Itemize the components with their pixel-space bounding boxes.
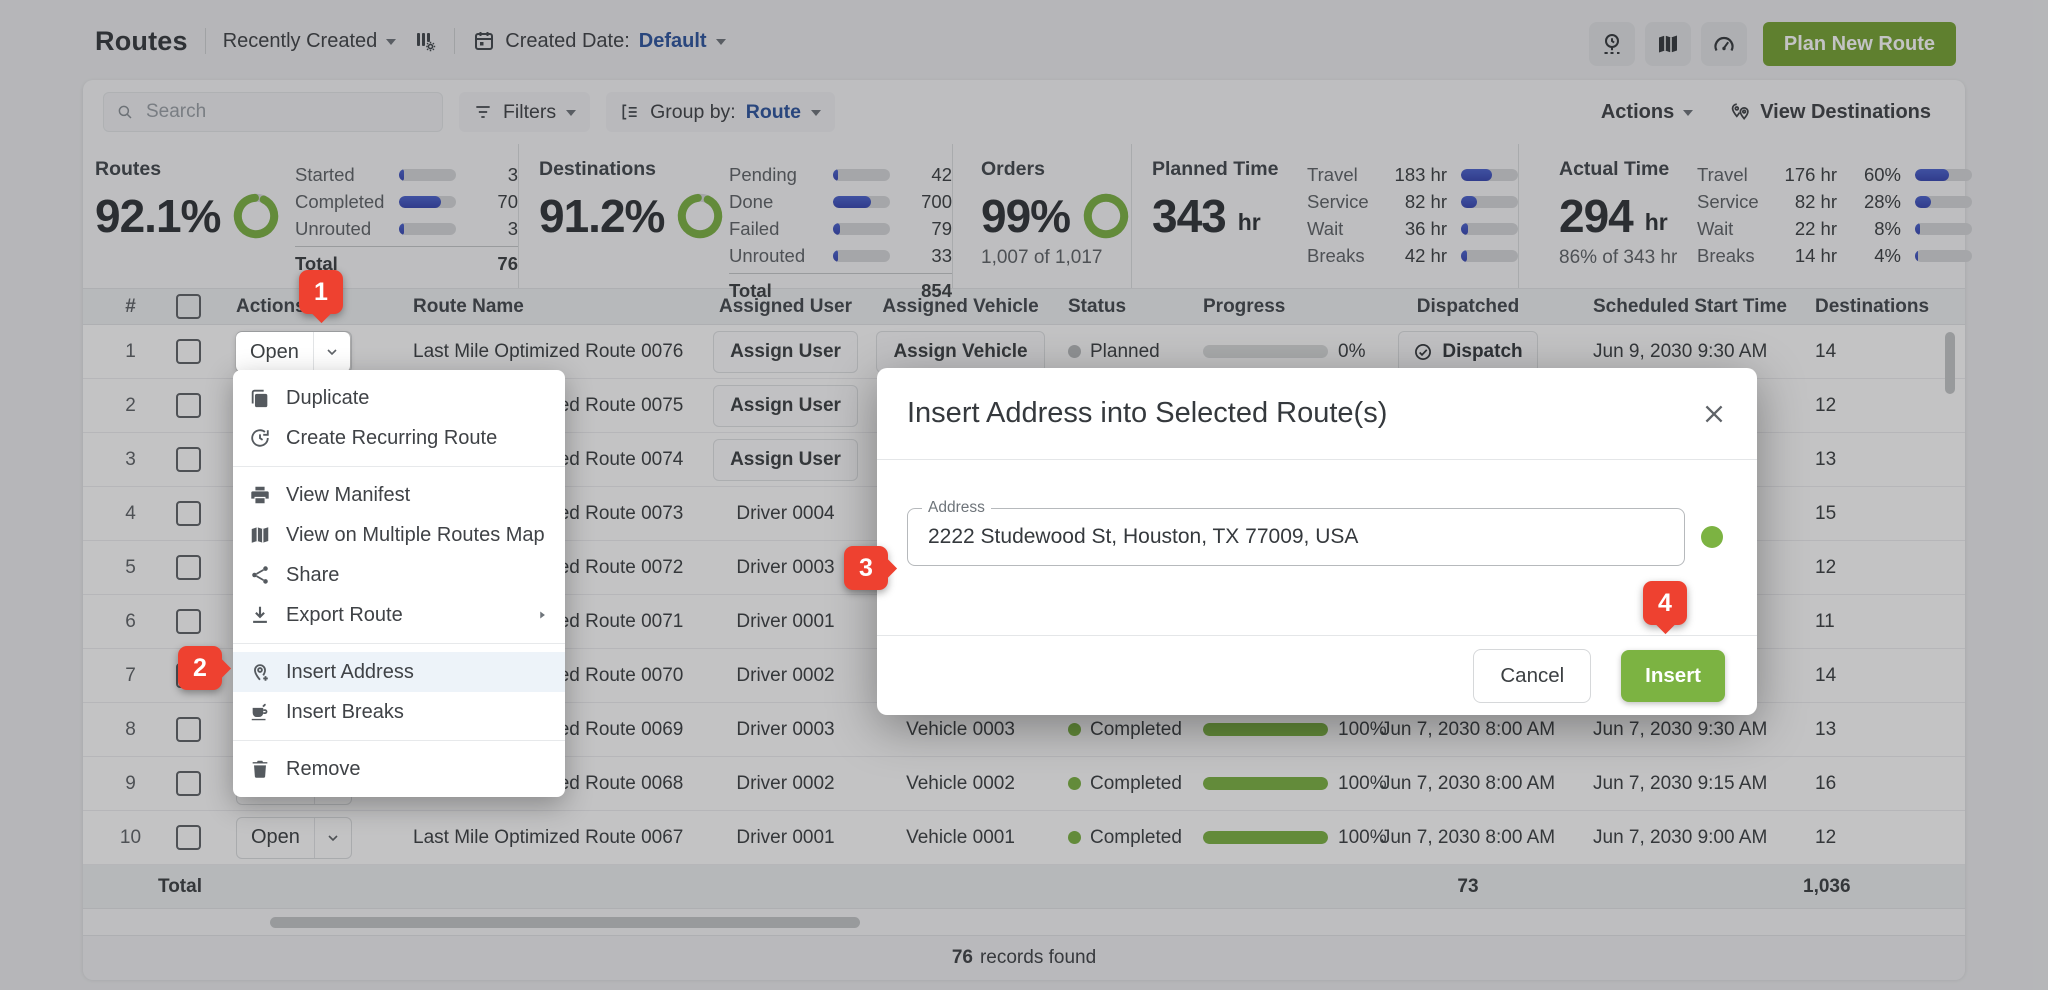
- insert-button[interactable]: Insert: [1621, 650, 1725, 702]
- insert-address-modal: Insert Address into Selected Route(s) Ad…: [877, 368, 1757, 715]
- address-field-label: Address: [922, 499, 991, 517]
- menu-divider: [233, 466, 565, 467]
- address-valid-indicator: [1701, 526, 1723, 548]
- cancel-button[interactable]: Cancel: [1473, 649, 1591, 703]
- location-plus-icon: [249, 661, 271, 683]
- step-badge-4: 4: [1643, 581, 1687, 625]
- coffee-icon: [249, 701, 271, 723]
- menu-item-view-manifest[interactable]: View Manifest: [233, 475, 565, 515]
- menu-item-duplicate[interactable]: Duplicate: [233, 378, 565, 418]
- menu-item-insert-breaks[interactable]: Insert Breaks: [233, 692, 565, 732]
- open-route-button-active[interactable]: Open: [236, 332, 350, 372]
- menu-item-remove[interactable]: Remove: [233, 749, 565, 789]
- submenu-arrow-icon: [535, 608, 549, 622]
- menu-divider: [233, 740, 565, 741]
- address-field[interactable]: Address: [907, 508, 1685, 566]
- map-icon: [249, 524, 271, 546]
- step-badge-2: 2: [178, 646, 222, 690]
- menu-item-insert-address[interactable]: Insert Address: [233, 652, 565, 692]
- menu-divider: [233, 643, 565, 644]
- modal-title: Insert Address into Selected Route(s): [907, 397, 1387, 430]
- step-badge-3: 3: [844, 546, 888, 590]
- menu-item-create-recurring-route[interactable]: Create Recurring Route: [233, 418, 565, 458]
- share-icon: [249, 564, 271, 586]
- menu-item-share[interactable]: Share: [233, 555, 565, 595]
- step-badge-1: 1: [299, 270, 343, 314]
- close-icon[interactable]: [1701, 401, 1727, 427]
- trash-icon: [249, 758, 271, 780]
- download-icon: [249, 604, 271, 626]
- route-actions-menu: Duplicate Create Recurring Route View Ma…: [233, 370, 565, 797]
- menu-item-export-route[interactable]: Export Route: [233, 595, 565, 635]
- recurring-icon: [249, 427, 271, 449]
- printer-icon: [249, 484, 271, 506]
- duplicate-icon: [249, 387, 271, 409]
- address-input[interactable]: [926, 524, 1666, 550]
- menu-item-view-on-multiple-routes-map[interactable]: View on Multiple Routes Map: [233, 515, 565, 555]
- chevron-down-icon[interactable]: [324, 344, 340, 360]
